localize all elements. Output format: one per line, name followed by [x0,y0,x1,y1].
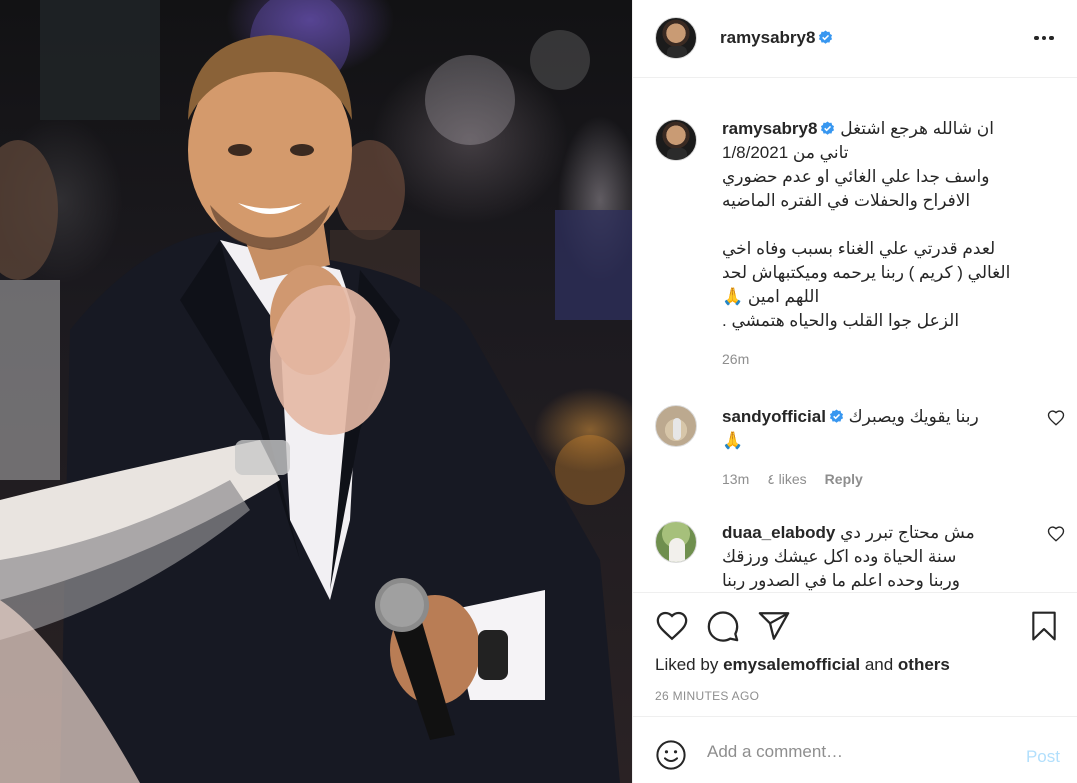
caption-author-avatar[interactable] [655,119,697,161]
comment-icon[interactable] [706,609,740,643]
commenter-avatar[interactable] [655,521,697,563]
comment-body: duaa_elabody مش محتاج تبرر دي سنة الحياة… [722,521,1017,592]
liked-by: Liked by emysalemofficial and others [655,655,950,675]
commenter-avatar[interactable] [655,405,697,447]
comments-section[interactable]: ramysabry8 ان شالله هرجع اشتغل تاني من 1… [633,79,1077,592]
caption-line: لعدم قدرتي علي الغناء بسبب وفاه اخي [722,239,996,258]
caption-line: اللهم امين 🙏 [722,287,820,306]
comment-likes[interactable]: ٤ likes [767,467,806,491]
liked-by-user[interactable]: emysalemofficial [723,655,860,674]
post-details-panel: ramysabry8 ramysabry8 ان شالله هرجع اشتغ… [632,0,1077,783]
post-header: ramysabry8 [633,0,1077,78]
caption-line: تاني من 1/8/2021 [722,143,849,162]
comment-time[interactable]: 13m [722,467,749,491]
add-comment-bar: Post [633,716,1077,783]
caption-time[interactable]: 26m [722,347,1062,371]
post-comment-button[interactable]: Post [1026,747,1060,767]
verified-badge-icon [829,409,843,423]
bookmark-button[interactable] [1028,609,1060,643]
heart-icon[interactable] [655,609,689,643]
comment-heart-icon[interactable] [1047,409,1065,427]
author-avatar[interactable] [655,17,697,59]
caption-body: ramysabry8 ان شالله هرجع اشتغل تاني من 1… [722,117,1062,371]
post-photo[interactable] [0,0,632,783]
action-buttons [655,609,791,643]
more-options-icon[interactable] [1034,28,1058,48]
author-username[interactable]: ramysabry8 [720,28,833,48]
caption-line: الافراح والحفلات في الفتره الماضيه [722,191,971,210]
comment-body: sandyofficial ربنا يقويك ويصبرك 🙏 13m ٤ … [722,405,1017,491]
verified-badge-icon [821,121,835,135]
post-actions: Liked by emysalemofficial and others 26 … [633,592,1077,716]
comment-text: ربنا يقويك ويصبرك [848,407,979,426]
caption-line: الزعل جوا القلب والحياه هتمشي . [722,311,960,330]
photo-illustration [0,0,632,783]
bookmark-icon[interactable] [1028,609,1060,643]
caption-line: الغالي ( كريم ) ربنا يرحمه وميكتبهاش لحد [722,263,1011,282]
liked-by-others[interactable]: others [898,655,950,674]
comment-text: مش محتاج تبرر دي [840,523,975,542]
comment-text: سنة الحياة وده اكل عيشك ورزقك [722,547,957,566]
reply-button[interactable]: Reply [825,467,863,491]
commenter-username[interactable]: duaa_elabody [722,523,835,542]
comment-meta: 13m ٤ likes Reply [722,467,1017,491]
comment-input[interactable] [707,737,1007,767]
comment-text: وربنا وحده اعلم ما في الصدور ربنا [722,571,960,590]
liked-by-and: and [864,655,894,674]
caption-line: واسف جدا علي الغائي او عدم حضوري [722,167,990,186]
comment-heart-icon[interactable] [1047,525,1065,543]
author-username-text[interactable]: ramysabry8 [720,28,815,47]
comment-text: 🙏 [722,431,744,450]
liked-by-prefix: Liked by [655,655,719,674]
commenter-username[interactable]: sandyofficial [722,407,826,426]
share-icon[interactable] [757,609,791,643]
post-timestamp[interactable]: 26 MINUTES AGO [655,689,759,703]
verified-badge-icon [819,30,833,44]
emoji-icon[interactable] [655,739,687,771]
caption-line: ان شالله هرجع اشتغل [840,119,994,138]
caption-username[interactable]: ramysabry8 [722,119,817,138]
